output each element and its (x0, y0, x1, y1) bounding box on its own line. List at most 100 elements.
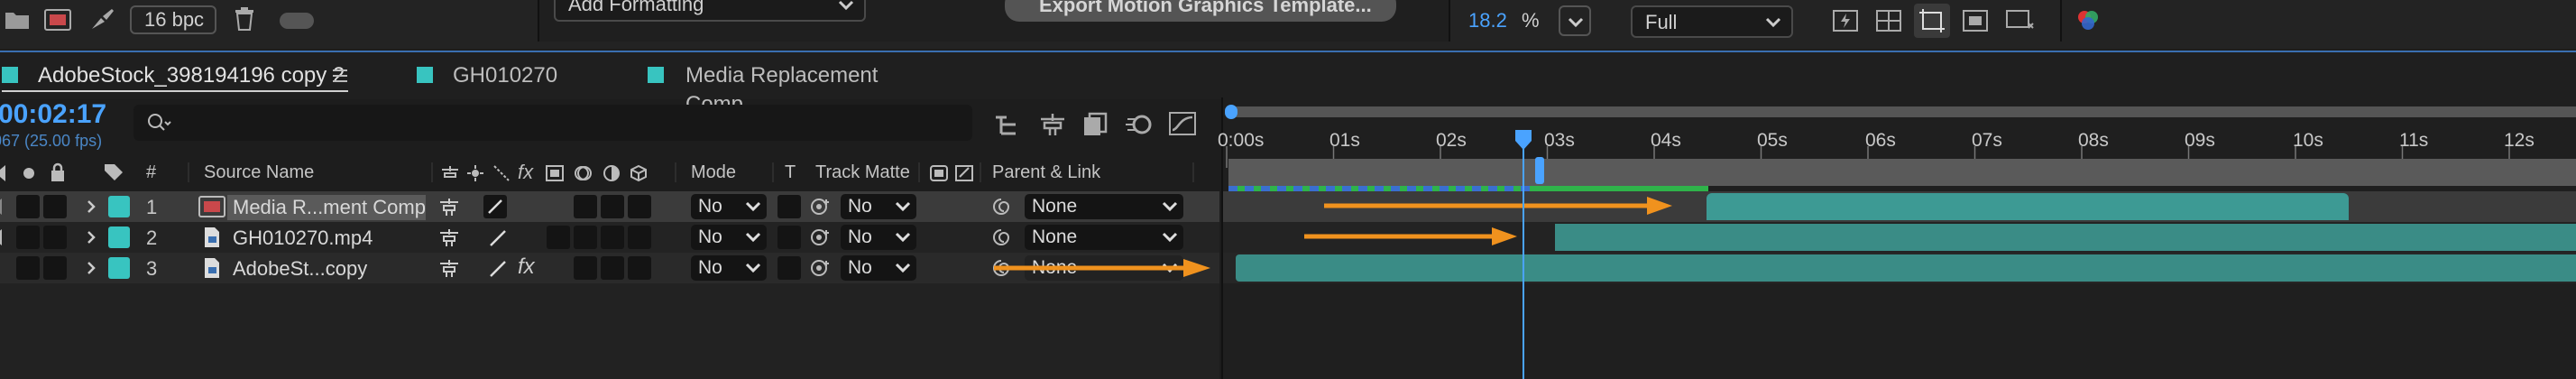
effects-switch[interactable] (547, 226, 570, 249)
fast-preview-icon[interactable] (1831, 7, 1860, 34)
audio-icon (0, 165, 5, 181)
column-number: # (146, 162, 157, 182)
effect-fx-icon[interactable]: fx (518, 254, 535, 280)
motion-blur-switch[interactable] (601, 256, 624, 280)
roi-toggle[interactable] (1914, 4, 1950, 38)
export-template-button[interactable]: Export Motion Graphics Template... (1005, 0, 1396, 22)
track-matte-dropdown[interactable]: No (841, 225, 916, 250)
preserve-transparency-switch[interactable] (777, 256, 801, 280)
motion-blur-icon[interactable] (1124, 110, 1155, 139)
footage-file-icon (205, 227, 219, 247)
shy-switch-icon[interactable] (438, 197, 460, 217)
preserve-transparency-switch[interactable] (777, 226, 801, 249)
parent-dropdown[interactable]: None (1025, 225, 1183, 250)
comp-icon[interactable] (43, 7, 72, 32)
layer-row[interactable]: 2 GH010270.mp4 No No None (0, 222, 1219, 253)
label-color-chip[interactable] (108, 196, 130, 217)
lock-switch[interactable] (43, 256, 67, 280)
folder-icon[interactable] (4, 9, 31, 31)
brush-icon[interactable] (88, 5, 115, 32)
current-timecode[interactable]: 00:02:17 (0, 99, 106, 130)
expand-chevron-icon[interactable] (85, 199, 97, 215)
lock-switch[interactable] (43, 226, 67, 249)
track-matte-pickwhip-icon[interactable] (810, 258, 832, 278)
3d-switch[interactable] (628, 195, 651, 218)
layer-row[interactable]: 1 Media R...ment Comp No No None (0, 191, 1219, 222)
label-color-chip[interactable] (108, 226, 130, 248)
layer-name[interactable]: AdobeSt...copy 2.mov (227, 256, 426, 305)
tab-label: GH010270 (453, 63, 558, 88)
track-matte-dropdown[interactable]: No (841, 255, 916, 281)
lock-switch[interactable] (43, 195, 67, 218)
layer-bar-adobestock[interactable] (1236, 254, 2576, 282)
tab-adobestock[interactable]: AdobeStock_398194196 copy 2 (2, 61, 348, 92)
3d-switch[interactable] (628, 256, 651, 280)
preserve-transparency-icon (930, 165, 948, 181)
audio-icon[interactable] (0, 227, 5, 247)
parent-pickwhip-icon[interactable] (990, 227, 1012, 247)
motion-blur-switch[interactable] (601, 195, 624, 218)
mode-dropdown[interactable]: No (691, 194, 767, 219)
shy-switch-icon[interactable] (438, 227, 460, 247)
shy-switch-icon[interactable] (438, 258, 460, 278)
transparency-grid-icon[interactable] (2004, 7, 2035, 34)
quality-switch-icon[interactable] (487, 227, 509, 249)
track-matte-pickwhip-icon[interactable] (810, 227, 832, 247)
track-matte-pickwhip-icon[interactable] (810, 197, 832, 217)
column-source-name[interactable]: Source Name (204, 162, 314, 183)
effects-switch[interactable] (574, 195, 597, 218)
formatting-dropdown[interactable]: Add Formatting (554, 0, 866, 22)
layer-number: 2 (146, 226, 158, 249)
layer-bar-gh010270[interactable] (1555, 224, 2576, 251)
zoom-readout[interactable]: 18.2 % (1468, 9, 1540, 32)
playhead-icon[interactable] (1513, 128, 1533, 152)
work-area-handle[interactable] (1535, 157, 1544, 184)
time-navigator[interactable] (1230, 106, 2576, 117)
solo-switch[interactable] (16, 256, 40, 280)
mode-dropdown[interactable]: No (691, 225, 767, 250)
parent-pickwhip-icon[interactable] (990, 197, 1012, 217)
graph-editor-icon[interactable] (1167, 108, 1198, 139)
grid-icon[interactable] (1874, 7, 1903, 34)
3d-switch[interactable] (628, 226, 651, 249)
navigator-start-handle[interactable] (1225, 105, 1237, 119)
preserve-transparency-switch[interactable] (777, 195, 801, 218)
trash-icon[interactable] (233, 5, 256, 32)
parent-dropdown[interactable]: None (1025, 194, 1183, 219)
label-color-chip[interactable] (108, 257, 130, 279)
mode-value: No (698, 226, 722, 247)
frame-blending-icon[interactable] (1081, 110, 1111, 139)
expand-chevron-icon[interactable] (85, 260, 97, 276)
tab-gh010270[interactable]: GH010270 (417, 61, 570, 90)
tab-media-replacement-comp[interactable]: Media Replacement Comp (648, 61, 936, 116)
color-channel-icon[interactable] (2075, 7, 2102, 34)
shy-layers-icon[interactable] (1037, 110, 1068, 139)
layer-search-field[interactable] (133, 105, 972, 141)
frame-blend-switch[interactable] (574, 256, 597, 280)
frame-blend-switch[interactable] (574, 226, 597, 249)
expand-chevron-icon[interactable] (85, 229, 97, 245)
comp-mini-flowchart-icon[interactable] (992, 112, 1023, 139)
adjustment-layer-icon (603, 165, 620, 181)
resolution-label: Full (1645, 11, 1678, 33)
menu-icon[interactable] (332, 69, 348, 83)
mode-dropdown[interactable]: No (691, 255, 767, 281)
layer-name[interactable]: Media R...ment Comp (227, 195, 426, 220)
search-input[interactable] (180, 108, 960, 137)
track-matte-dropdown[interactable]: No (841, 194, 916, 219)
bpc-button[interactable]: 16 bpc (130, 5, 216, 34)
audio-icon[interactable] (0, 197, 5, 217)
quality-switch-icon[interactable] (487, 258, 509, 280)
solo-switch[interactable] (16, 195, 40, 218)
column-parent-link: Parent & Link (992, 162, 1101, 182)
motion-blur-switch[interactable] (601, 226, 624, 249)
zoom-dropdown-button[interactable] (1559, 5, 1591, 36)
solo-switch[interactable] (16, 226, 40, 249)
resolution-dropdown[interactable]: Full (1631, 5, 1793, 38)
toggle-switch[interactable] (280, 13, 314, 29)
layer-name[interactable]: GH010270.mp4 (227, 226, 426, 251)
layer-bar-media-replacement[interactable] (1707, 193, 2349, 220)
quality-switch[interactable] (483, 195, 507, 218)
work-area-bar[interactable] (1228, 159, 2576, 186)
layout-icon[interactable] (1961, 7, 1990, 34)
